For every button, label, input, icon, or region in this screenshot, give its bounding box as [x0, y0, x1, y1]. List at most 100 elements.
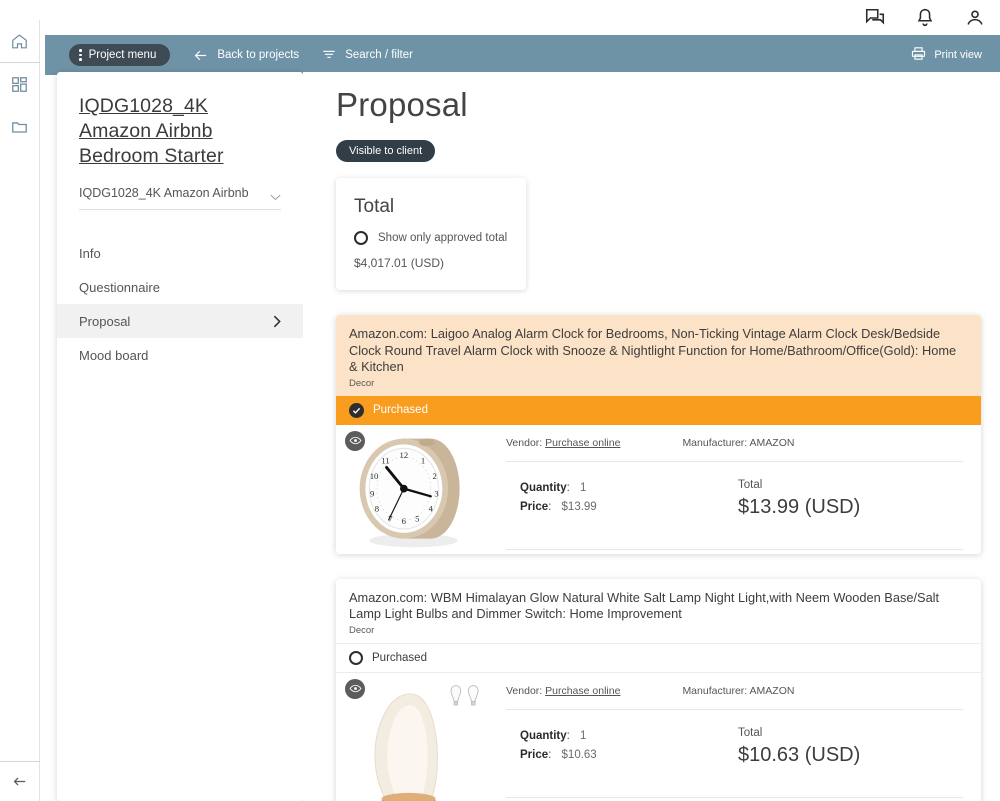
project-menu-label: Project menu — [88, 49, 157, 61]
price-line: Price: $13.99 — [520, 500, 597, 513]
svg-text:3: 3 — [434, 488, 438, 498]
left-icon-rail — [0, 20, 40, 801]
project-toolbar: Project menu Back to projects Search / f… — [45, 35, 1000, 75]
vendor-field: Vendor: Purchase online — [506, 437, 620, 449]
back-to-projects-button[interactable]: Back to projects — [192, 47, 299, 64]
sidebar-item-mood-board[interactable]: Mood board — [57, 338, 303, 372]
total-card: Total Show only approved total $4,017.01… — [336, 178, 526, 290]
divider — [506, 548, 963, 550]
sidebar-item-info[interactable]: Info — [57, 236, 303, 270]
show-approved-total-toggle[interactable]: Show only approved total — [354, 231, 508, 245]
project-select-dropdown[interactable]: IQDG1028_4K Amazon Airbnb — [79, 182, 281, 210]
print-view-button[interactable]: Print view — [910, 45, 982, 65]
project-select-value: IQDG1028_4K Amazon Airbnb — [79, 186, 249, 200]
total-label: Total — [738, 478, 763, 491]
rail-item-dashboard[interactable] — [0, 63, 40, 105]
svg-text:8: 8 — [374, 503, 378, 513]
svg-text:9: 9 — [369, 488, 373, 498]
purchase-online-link[interactable]: Purchase online — [545, 437, 620, 449]
home-icon — [10, 32, 29, 51]
product-card-body: Vendor: Purchase online Manufacturer: AM… — [336, 673, 981, 801]
back-to-projects-label: Back to projects — [217, 49, 300, 61]
quantity-line: Quantity: 1 — [520, 481, 587, 494]
product-total-value: $13.99 (USD) — [738, 495, 861, 518]
quantity-price-column: Quantity: 1 Price: $10.63 — [506, 727, 738, 767]
project-title-link[interactable]: IQDG1028_4K Amazon Airbnb Bedroom Starte… — [57, 94, 303, 169]
preview-eye-icon[interactable] — [345, 430, 365, 451]
purchased-toggle[interactable]: Purchased — [336, 642, 981, 673]
product-total-value: $10.63 (USD) — [738, 743, 861, 766]
rail-collapse-button[interactable] — [0, 761, 40, 801]
chevron-right-icon — [273, 315, 281, 328]
purchased-label: Purchased — [372, 651, 427, 664]
quantity-line: Quantity: 1 — [520, 729, 587, 742]
product-category: Decor — [349, 377, 375, 389]
vendor-label: Vendor: — [506, 436, 543, 449]
sidebar-item-label: Info — [79, 245, 101, 261]
search-filter-button[interactable]: Search / filter — [321, 47, 413, 63]
vendor-field: Vendor: Purchase online — [506, 685, 620, 697]
sidebar-item-label: Questionnaire — [79, 279, 160, 295]
quantity-price-column: Quantity: 1 Price: $13.99 — [506, 479, 738, 519]
product-card: Amazon.com: Laigoo Analog Alarm Clock fo… — [336, 315, 981, 554]
radio-unchecked-icon — [349, 650, 363, 665]
product-quantity-block: Quantity: 1 Price: $10.63 Total $10.63 (… — [506, 710, 963, 767]
product-meta-row: Vendor: Purchase online Manufacturer: AM… — [506, 437, 963, 461]
search-filter-label: Search / filter — [345, 49, 413, 61]
rail-item-home[interactable] — [0, 20, 40, 62]
sidebar-item-label: Mood board — [79, 347, 149, 363]
quantity-value: 1 — [580, 729, 587, 742]
price-line: Price: $10.63 — [520, 748, 597, 761]
show-approved-total-label: Show only approved total — [378, 232, 508, 244]
quantity-label: Quantity — [520, 729, 567, 742]
sidebar-item-label: Proposal — [79, 313, 131, 329]
quantity-value: 1 — [580, 481, 587, 494]
divider — [506, 796, 963, 798]
page-title: Proposal — [336, 86, 468, 123]
folder-icon — [10, 117, 29, 136]
purchased-toggle[interactable]: Purchased — [336, 395, 981, 425]
alarm-clock-image: 1212 345 678 91011 — [359, 438, 460, 547]
svg-text:11: 11 — [381, 455, 389, 465]
printer-icon — [910, 45, 927, 65]
total-label: Total — [738, 726, 763, 739]
sidebar-item-questionnaire[interactable]: Questionnaire — [57, 270, 303, 304]
svg-text:4: 4 — [428, 503, 433, 513]
product-title: Amazon.com: WBM Himalayan Glow Natural W… — [349, 589, 940, 622]
rail-item-projects[interactable] — [0, 105, 40, 147]
product-details: Vendor: Purchase online Manufacturer: AM… — [488, 425, 981, 554]
product-image-area — [336, 673, 488, 801]
kebab-menu-icon — [79, 49, 82, 61]
chat-icon[interactable] — [864, 7, 886, 29]
dashboard-grid-icon — [10, 75, 29, 94]
visibility-badge[interactable]: Visible to client — [336, 140, 436, 162]
user-icon[interactable] — [964, 7, 986, 29]
product-details: Vendor: Purchase online Manufacturer: AM… — [488, 673, 981, 801]
product-category: Decor — [349, 624, 375, 636]
project-menu-button[interactable]: Project menu — [69, 44, 171, 66]
total-card-heading: Total — [354, 196, 395, 217]
product-image-area: 12 1 2 345 678 9 10 11 — [336, 425, 488, 554]
product-card-header: Amazon.com: WBM Himalayan Glow Natural W… — [336, 579, 981, 643]
svg-text:5: 5 — [415, 513, 419, 523]
product-title: Amazon.com: Laigoo Analog Alarm Clock fo… — [349, 326, 957, 374]
product-total-column: Total $13.99 (USD) — [738, 479, 860, 519]
price-value: $13.99 — [561, 500, 597, 513]
bell-icon[interactable] — [914, 7, 936, 29]
sidebar-nav-list: Info Questionnaire Proposal Mood board — [57, 236, 303, 372]
total-amount: $4,017.01 (USD) — [354, 256, 445, 270]
check-circle-icon — [349, 402, 364, 418]
product-card-body: 12 1 2 345 678 9 10 11 Vendor: Purchase … — [336, 425, 981, 554]
manufacturer-label: Manufacturer: AMAZON — [682, 684, 795, 697]
manufacturer-label: Manufacturer: AMAZON — [682, 436, 795, 449]
preview-eye-icon[interactable] — [345, 678, 365, 699]
price-value: $10.63 — [561, 748, 597, 761]
radio-unchecked-icon — [354, 231, 368, 245]
salt-lamp-image — [373, 684, 479, 801]
sidebar-item-proposal[interactable]: Proposal — [57, 304, 303, 338]
purchase-online-link[interactable]: Purchase online — [545, 685, 620, 697]
app-root: Project menu Back to projects Search / f… — [0, 0, 1000, 801]
chevron-down-icon — [270, 190, 281, 200]
svg-text:12: 12 — [399, 449, 408, 459]
main-content: Proposal Visible to client Total Show on… — [303, 72, 1000, 801]
